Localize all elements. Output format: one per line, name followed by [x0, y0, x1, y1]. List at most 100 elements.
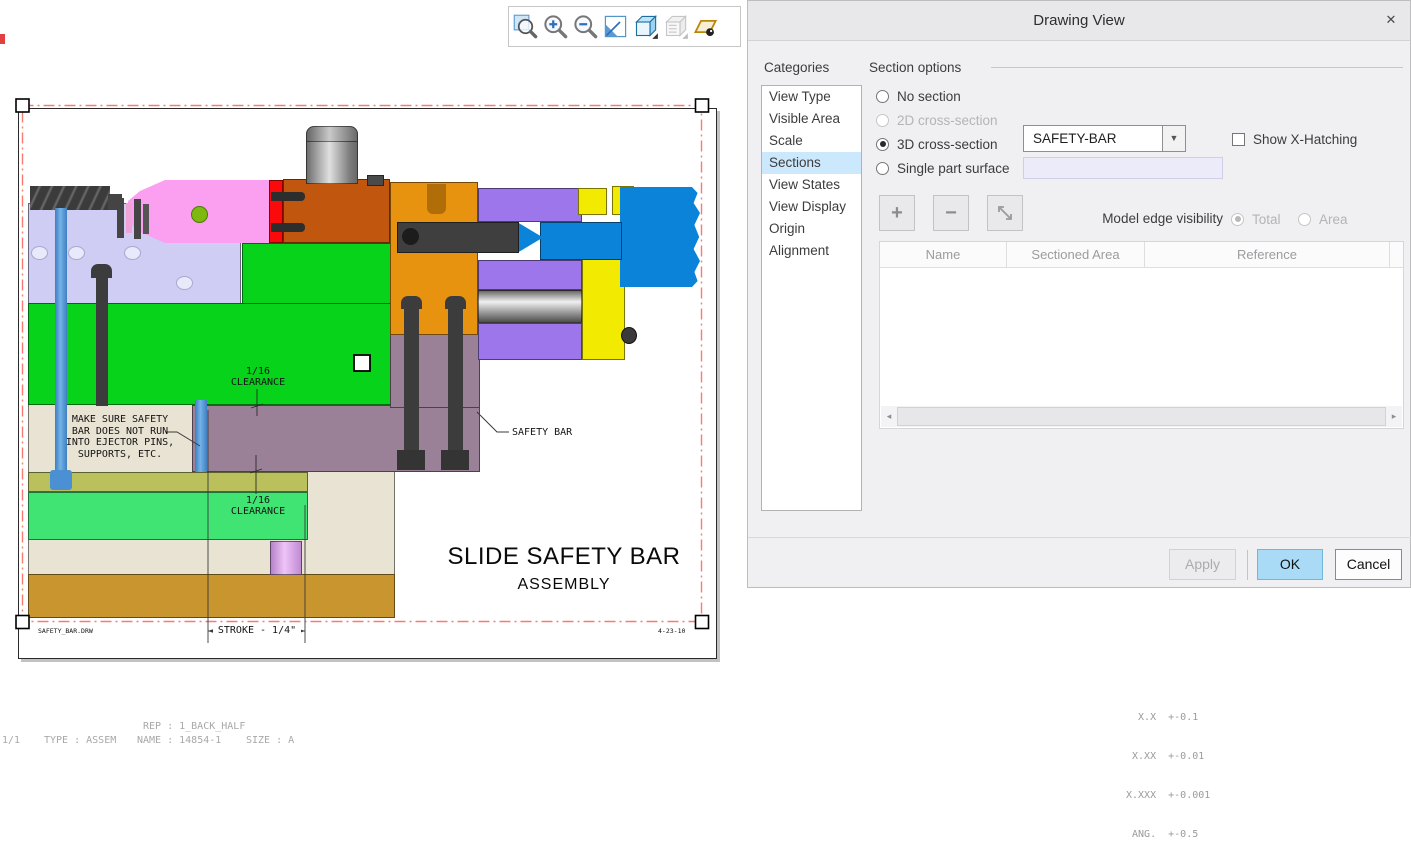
safety-bar-label: SAFETY BAR — [512, 427, 572, 438]
scroll-right-icon[interactable]: ▸ — [1386, 406, 1402, 427]
part-hole2 — [68, 246, 85, 260]
apply-button: Apply — [1169, 549, 1236, 580]
close-icon[interactable]: ✕ — [1382, 11, 1400, 29]
clearance-label-lower: 1/16 CLEARANCE — [220, 495, 296, 517]
dialog-title: Drawing View — [748, 12, 1410, 29]
drawing-subtitle: ASSEMBLY — [428, 576, 700, 594]
category-view-states[interactable]: View States — [762, 174, 861, 196]
tolerance-line-3: X.XXX +-0.001 — [1126, 789, 1210, 802]
part-tan-base — [28, 574, 395, 618]
part-rust-block — [283, 179, 390, 243]
repaint-icon[interactable] — [602, 13, 629, 40]
show-x-hatching-label: Show X-Hatching — [1253, 132, 1357, 147]
edge-total-radio — [1231, 213, 1244, 226]
flip-direction-button — [987, 195, 1023, 231]
status-page: 1/1 — [2, 735, 20, 746]
part-hole1 — [31, 246, 48, 260]
part-purple-top — [478, 188, 582, 222]
status-name: NAME : 14854-1 — [137, 735, 221, 746]
cancel-button[interactable]: Cancel — [1335, 549, 1402, 580]
category-scale[interactable]: Scale — [762, 130, 861, 152]
categories-label: Categories — [764, 60, 829, 75]
scrollbar-thumb[interactable] — [897, 407, 1386, 426]
category-alignment[interactable]: Alignment — [762, 240, 861, 262]
part-blue-bar2 — [195, 400, 207, 472]
button-divider — [1247, 550, 1248, 580]
category-origin[interactable]: Origin — [762, 218, 861, 240]
drawing-view-dialog: Drawing View ✕ Categories Section option… — [747, 0, 1411, 588]
part-dark-knob — [621, 327, 637, 344]
category-visible-area[interactable]: Visible Area — [762, 108, 861, 130]
part-pin-lower — [271, 223, 305, 232]
part-boltA-rod — [404, 304, 419, 454]
section-name-value: SAFETY-BAR — [1033, 131, 1117, 146]
part-hole3 — [124, 246, 141, 260]
chevron-down-icon[interactable]: ▼ — [1162, 126, 1185, 151]
edge-total-label: Total — [1252, 212, 1281, 227]
part-green-dot — [191, 206, 208, 223]
section-options-rule — [991, 67, 1403, 68]
status-rep: REP : 1_BACK_HALF — [143, 721, 245, 732]
part-hex-socket — [402, 228, 419, 245]
ok-button[interactable]: OK — [1257, 549, 1323, 580]
model-edge-visibility-label: Model edge visibility — [1081, 211, 1223, 226]
categories-list: View Type Visible Area Scale Sections Vi… — [761, 85, 862, 511]
category-sections[interactable]: Sections — [762, 152, 861, 174]
section-name-dropdown[interactable]: SAFETY-BAR ▼ — [1023, 125, 1186, 152]
sections-table: Name Sectioned Area Reference ◂ ▸ — [879, 241, 1404, 429]
zoom-in-icon[interactable] — [542, 13, 569, 40]
single-part-surface-input[interactable] — [1023, 157, 1223, 179]
part-flange3 — [143, 204, 149, 234]
2d-cross-section-radio — [876, 114, 889, 127]
remove-section-button: − — [933, 195, 969, 231]
part-red-spacer — [269, 180, 283, 243]
tolerance-line-2: X.XX +-0.01 — [1126, 750, 1210, 763]
status-size: SIZE : A — [246, 735, 294, 746]
section-options-label: Section options — [869, 60, 961, 75]
zoom-window-icon[interactable] — [512, 13, 539, 40]
stroke-dimension-text: STROKE - 1/4" — [213, 625, 301, 636]
status-type: TYPE : ASSEM — [44, 735, 116, 746]
3d-cross-section-radio[interactable] — [876, 138, 889, 151]
tolerance-block: X.X +-0.1 X.XX +-0.01 X.XXX +-0.001 ANG.… — [1126, 685, 1210, 867]
column-header-reference: Reference — [1145, 242, 1390, 268]
part-cylinder-body — [306, 141, 358, 184]
horizontal-scrollbar[interactable]: ◂ ▸ — [881, 406, 1402, 427]
no-section-radio[interactable] — [876, 90, 889, 103]
single-part-surface-radio[interactable] — [876, 162, 889, 175]
category-view-type[interactable]: View Type — [762, 86, 861, 108]
scroll-left-icon[interactable]: ◂ — [881, 406, 897, 427]
part-clamp — [30, 186, 110, 210]
zoom-out-icon[interactable] — [572, 13, 599, 40]
part-left-bolt-cap — [91, 264, 112, 278]
part-blue-bar1-foot — [50, 470, 72, 490]
red-marker — [0, 34, 5, 44]
saved-views-icon — [662, 13, 689, 40]
edge-area-radio — [1298, 213, 1311, 226]
flip-arrows-icon — [995, 203, 1015, 223]
part-boltB-foot — [441, 450, 469, 470]
part-yellow-block — [582, 258, 625, 360]
part-dark-tab — [367, 175, 384, 186]
part-orange-slot — [427, 184, 446, 214]
show-x-hatching-checkbox[interactable] — [1232, 133, 1245, 146]
view-toolbar — [508, 6, 741, 47]
display-style-icon[interactable] — [632, 13, 659, 40]
dialog-title-bar[interactable]: Drawing View ✕ — [748, 1, 1410, 41]
part-hole4 — [176, 276, 193, 290]
drawing-canvas[interactable]: MAKE SURE SAFETY BAR DOES NOT RUN INTO E… — [0, 0, 747, 750]
3d-cross-section-label: 3D cross-section — [897, 137, 998, 152]
part-yellow-tab1 — [578, 188, 607, 215]
part-blue-block — [620, 187, 700, 287]
safety-note: MAKE SURE SAFETY BAR DOES NOT RUN INTO E… — [60, 414, 180, 460]
part-cylinder-cap — [306, 126, 358, 142]
drawing-title: SLIDE SAFETY BAR — [428, 543, 700, 571]
clearance-label-upper: 1/16 CLEARANCE — [220, 366, 296, 388]
table-body — [880, 268, 1403, 406]
part-steel-shaft — [478, 290, 582, 323]
category-view-display[interactable]: View Display — [762, 196, 861, 218]
sheet-file-label: SAFETY_BAR.DRW — [38, 627, 93, 635]
part-purple-bottom — [478, 323, 582, 360]
column-header-stub — [1390, 242, 1403, 268]
view-manager-icon[interactable] — [692, 13, 719, 40]
